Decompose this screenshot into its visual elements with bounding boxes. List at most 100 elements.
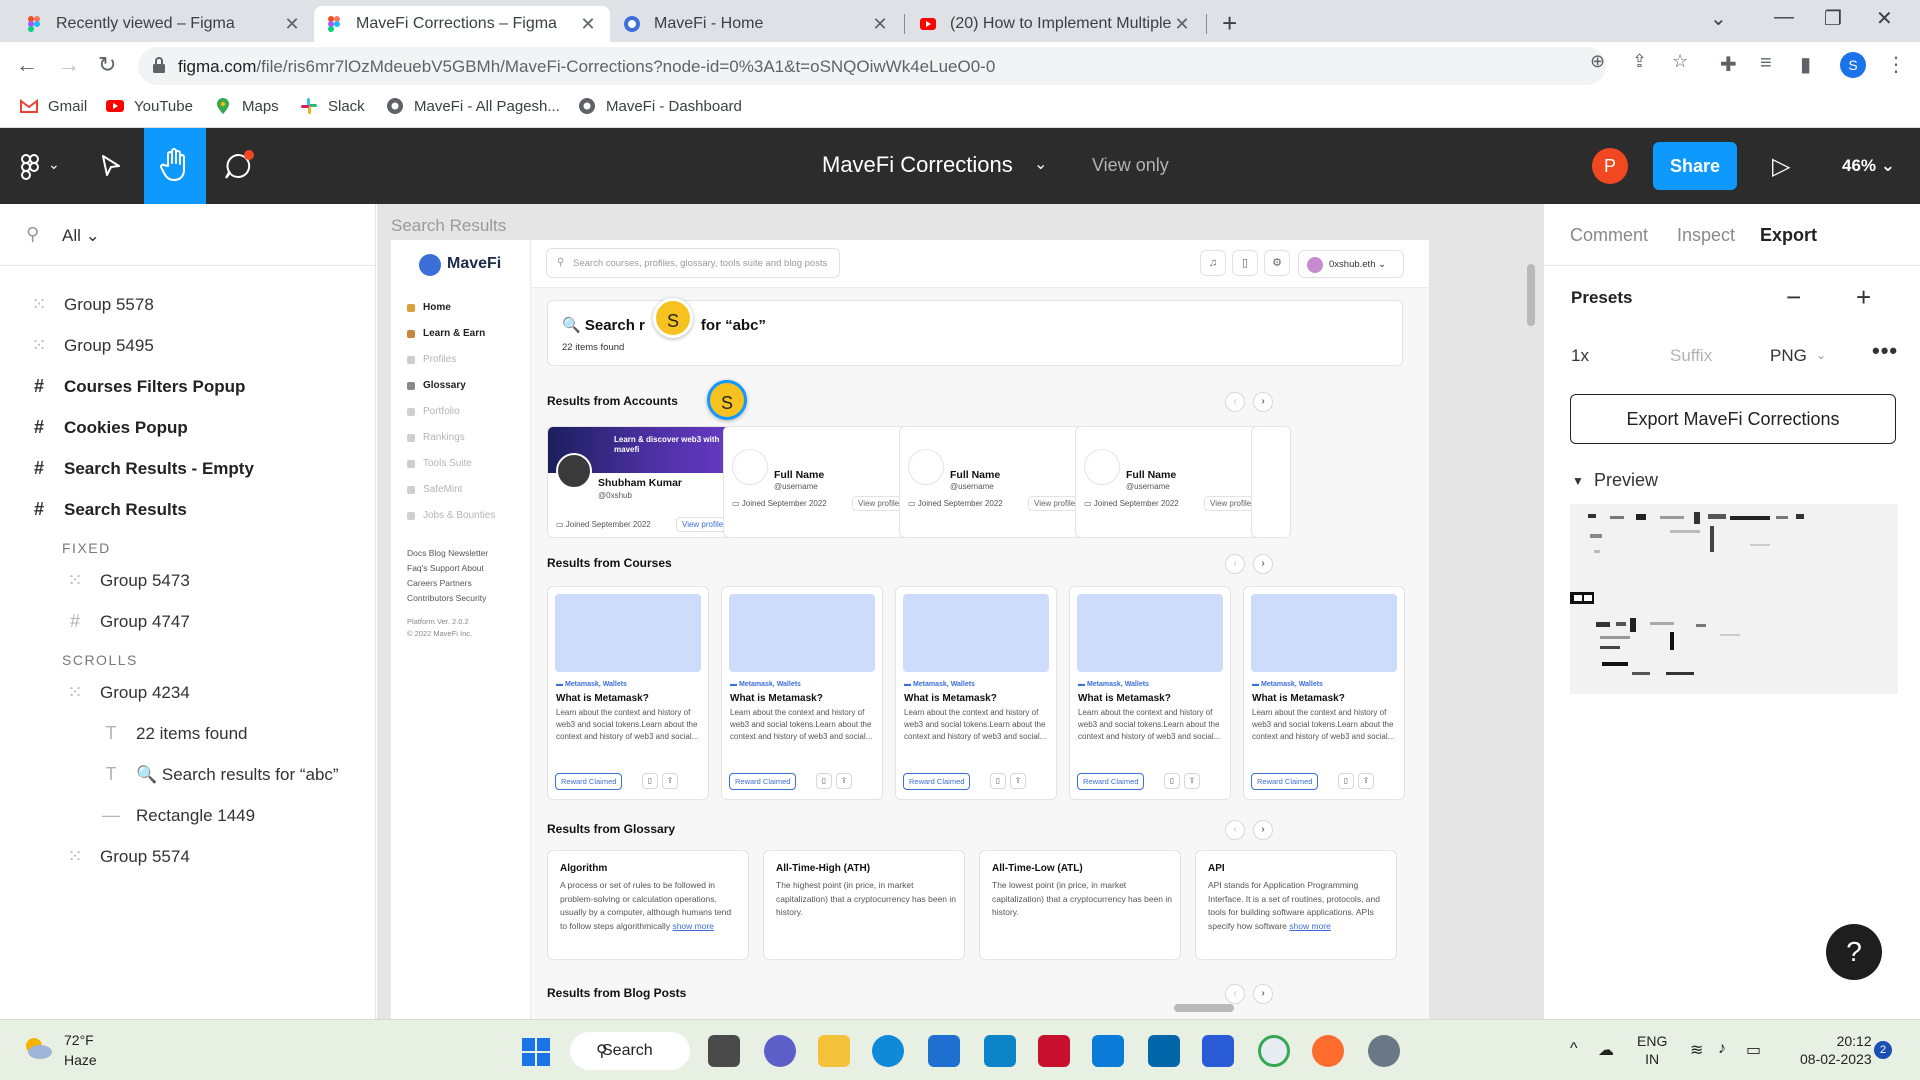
microsoft-store-icon[interactable] [928,1035,960,1067]
frame-label[interactable]: Search Results [391,216,506,236]
close-tab-icon[interactable]: ✕ [870,14,890,35]
notepad-icon[interactable] [1202,1035,1234,1067]
chevron-down-icon[interactable]: ⌄ [1816,348,1826,362]
address-bar[interactable]: figma.com/file/ris6mr7lOzMdeuebV5GBMh/Ma… [138,47,1606,85]
windows-start-icon[interactable] [522,1038,550,1066]
minimize-icon[interactable]: — [1774,6,1794,29]
bookmark-maps[interactable]: Maps [214,97,279,115]
battery-icon[interactable]: ▭ [1746,1040,1761,1060]
file-menu-chevron-icon[interactable]: ⌄ [1034,154,1047,174]
bookmark-star-icon[interactable]: ☆ [1672,51,1688,72]
close-window-icon[interactable]: ✕ [1876,6,1893,31]
design-canvas[interactable]: Search Results MaveFi Home Learn & Earn … [377,204,1543,1019]
layers-filter[interactable]: All ⌄ [62,226,100,246]
show-hidden-icons-chevron-icon[interactable]: ^ [1570,1040,1578,1058]
profile-avatar[interactable]: S [1840,52,1866,78]
layer-row[interactable]: ⁙ Group 5495 [28,335,153,356]
settings-gear-icon[interactable] [1368,1035,1400,1067]
remove-preset-icon[interactable]: − [1786,282,1801,313]
system-clock[interactable]: 20:12 08-02-2023 [1800,1032,1872,1068]
input-language[interactable]: ENG IN [1637,1032,1667,1068]
search-icon: ⚲ [26,224,40,244]
hand-tool-button[interactable] [144,128,206,204]
app-l-icon[interactable] [984,1035,1016,1067]
layer-row[interactable]: ⁙ Group 5574 [64,846,189,867]
bookmark-mavefi-dashboard[interactable]: MaveFi - Dashboard [578,97,742,115]
close-tab-icon[interactable]: ✕ [578,14,598,35]
layer-row[interactable]: # Search Results - Empty [28,458,254,479]
tab-youtube[interactable]: (20) How to Implement Multiple ✕ [908,6,1204,42]
tab-inspect[interactable]: Inspect [1677,225,1735,246]
file-explorer-icon[interactable] [818,1035,850,1067]
close-tab-icon[interactable]: ✕ [282,14,302,35]
app-blue-square-icon[interactable] [1092,1035,1124,1067]
zoom-icon[interactable]: ⊕ [1590,51,1605,72]
layer-row[interactable]: # Search Results [28,499,187,520]
export-button[interactable]: Export MaveFi Corrections [1570,394,1896,444]
menu-kebab-icon[interactable]: ⋮ [1886,52,1906,77]
taskbar-search[interactable]: ⚲ Search [570,1032,690,1070]
bookmark-slack[interactable]: Slack [300,97,365,115]
forward-icon[interactable]: → [58,52,80,78]
reload-icon[interactable]: ↻ [98,52,116,78]
collaborator-avatar[interactable]: P [1592,148,1628,184]
layer-row[interactable]: T 22 items found [100,723,248,744]
preview-label[interactable]: Preview [1594,470,1658,491]
task-view-icon[interactable] [708,1035,740,1067]
layer-row[interactable]: # Cookies Popup [28,417,188,438]
file-title[interactable]: MaveFi Corrections [822,152,1013,178]
suffix-input[interactable]: Suffix [1658,336,1758,372]
add-preset-icon[interactable]: + [1856,282,1871,313]
side-panel-icon[interactable]: ▮ [1800,52,1811,77]
vertical-scrollbar[interactable] [1527,264,1535,326]
present-play-icon[interactable]: ▷ [1772,152,1790,181]
tab-mavefi-home[interactable]: MaveFi - Home ✕ [612,6,902,42]
close-tab-icon[interactable]: ✕ [1172,14,1192,35]
tab-mavefi-corrections[interactable]: MaveFi Corrections – Figma ✕ [314,6,610,42]
maximize-icon[interactable]: ❐ [1824,6,1842,31]
bookmark-youtube[interactable]: YouTube [106,97,193,115]
wifi-icon[interactable]: ≋ [1690,1040,1703,1060]
layer-row[interactable]: # Group 4747 [64,611,190,632]
bookmark-gmail[interactable]: Gmail [20,97,87,115]
media-control-icon[interactable]: ≡ [1760,52,1772,75]
teams-chat-icon[interactable] [764,1035,796,1067]
notification-badge[interactable]: 2 [1874,1041,1892,1059]
comment-tool-icon[interactable] [222,150,254,182]
mcafee-icon[interactable] [1038,1035,1070,1067]
back-icon[interactable]: ← [16,52,38,78]
volume-icon[interactable]: ♪ [1718,1040,1726,1058]
layer-row[interactable]: ⁙ Group 5473 [64,570,189,591]
edge-browser-icon[interactable] [872,1035,904,1067]
extensions-icon[interactable]: ✚ [1720,52,1737,77]
share-page-icon[interactable]: ⇪ [1632,51,1647,72]
postman-icon[interactable] [1312,1035,1344,1067]
layers-search[interactable]: ⚲ All ⌄ [0,204,375,266]
new-tab-icon[interactable]: + [1222,8,1237,39]
share-button[interactable]: Share [1653,142,1737,190]
chevron-down-icon[interactable]: ⌄ [48,156,60,173]
more-options-icon[interactable]: ••• [1872,338,1898,364]
weather-haze-icon[interactable] [20,1034,54,1062]
collapse-triangle-icon[interactable]: ▼ [1572,474,1584,488]
tab-search-chevron-icon[interactable]: ⌄ [1710,6,1727,31]
horizontal-scrollbar[interactable] [1174,1004,1234,1012]
chrome-icon[interactable] [1258,1035,1290,1067]
layer-row[interactable]: T 🔍 Search results for “abc” [100,764,339,785]
help-button[interactable]: ? [1826,924,1882,980]
tab-comment[interactable]: Comment [1570,225,1648,246]
layer-row[interactable]: ⁙ Group 5578 [28,294,153,315]
move-tool-icon[interactable] [100,154,122,178]
layer-row[interactable]: — Rectangle 1449 [100,805,255,826]
vscode-icon[interactable] [1148,1035,1180,1067]
format-select[interactable]: PNG [1770,346,1807,366]
export-scale[interactable]: 1x [1571,346,1589,366]
zoom-dropdown[interactable]: 46% ⌄ [1842,156,1895,176]
tab-export[interactable]: Export [1760,225,1817,246]
layer-row[interactable]: # Courses Filters Popup [28,376,245,397]
bookmark-mavefi-all-pages[interactable]: MaveFi - All Pagesh... [386,97,560,115]
figma-main-menu-icon[interactable] [20,154,40,180]
onedrive-cloud-icon[interactable]: ☁ [1598,1040,1614,1060]
layer-row[interactable]: ⁙ Group 4234 [64,682,189,703]
tab-recently-viewed[interactable]: Recently viewed – Figma ✕ [14,6,314,42]
